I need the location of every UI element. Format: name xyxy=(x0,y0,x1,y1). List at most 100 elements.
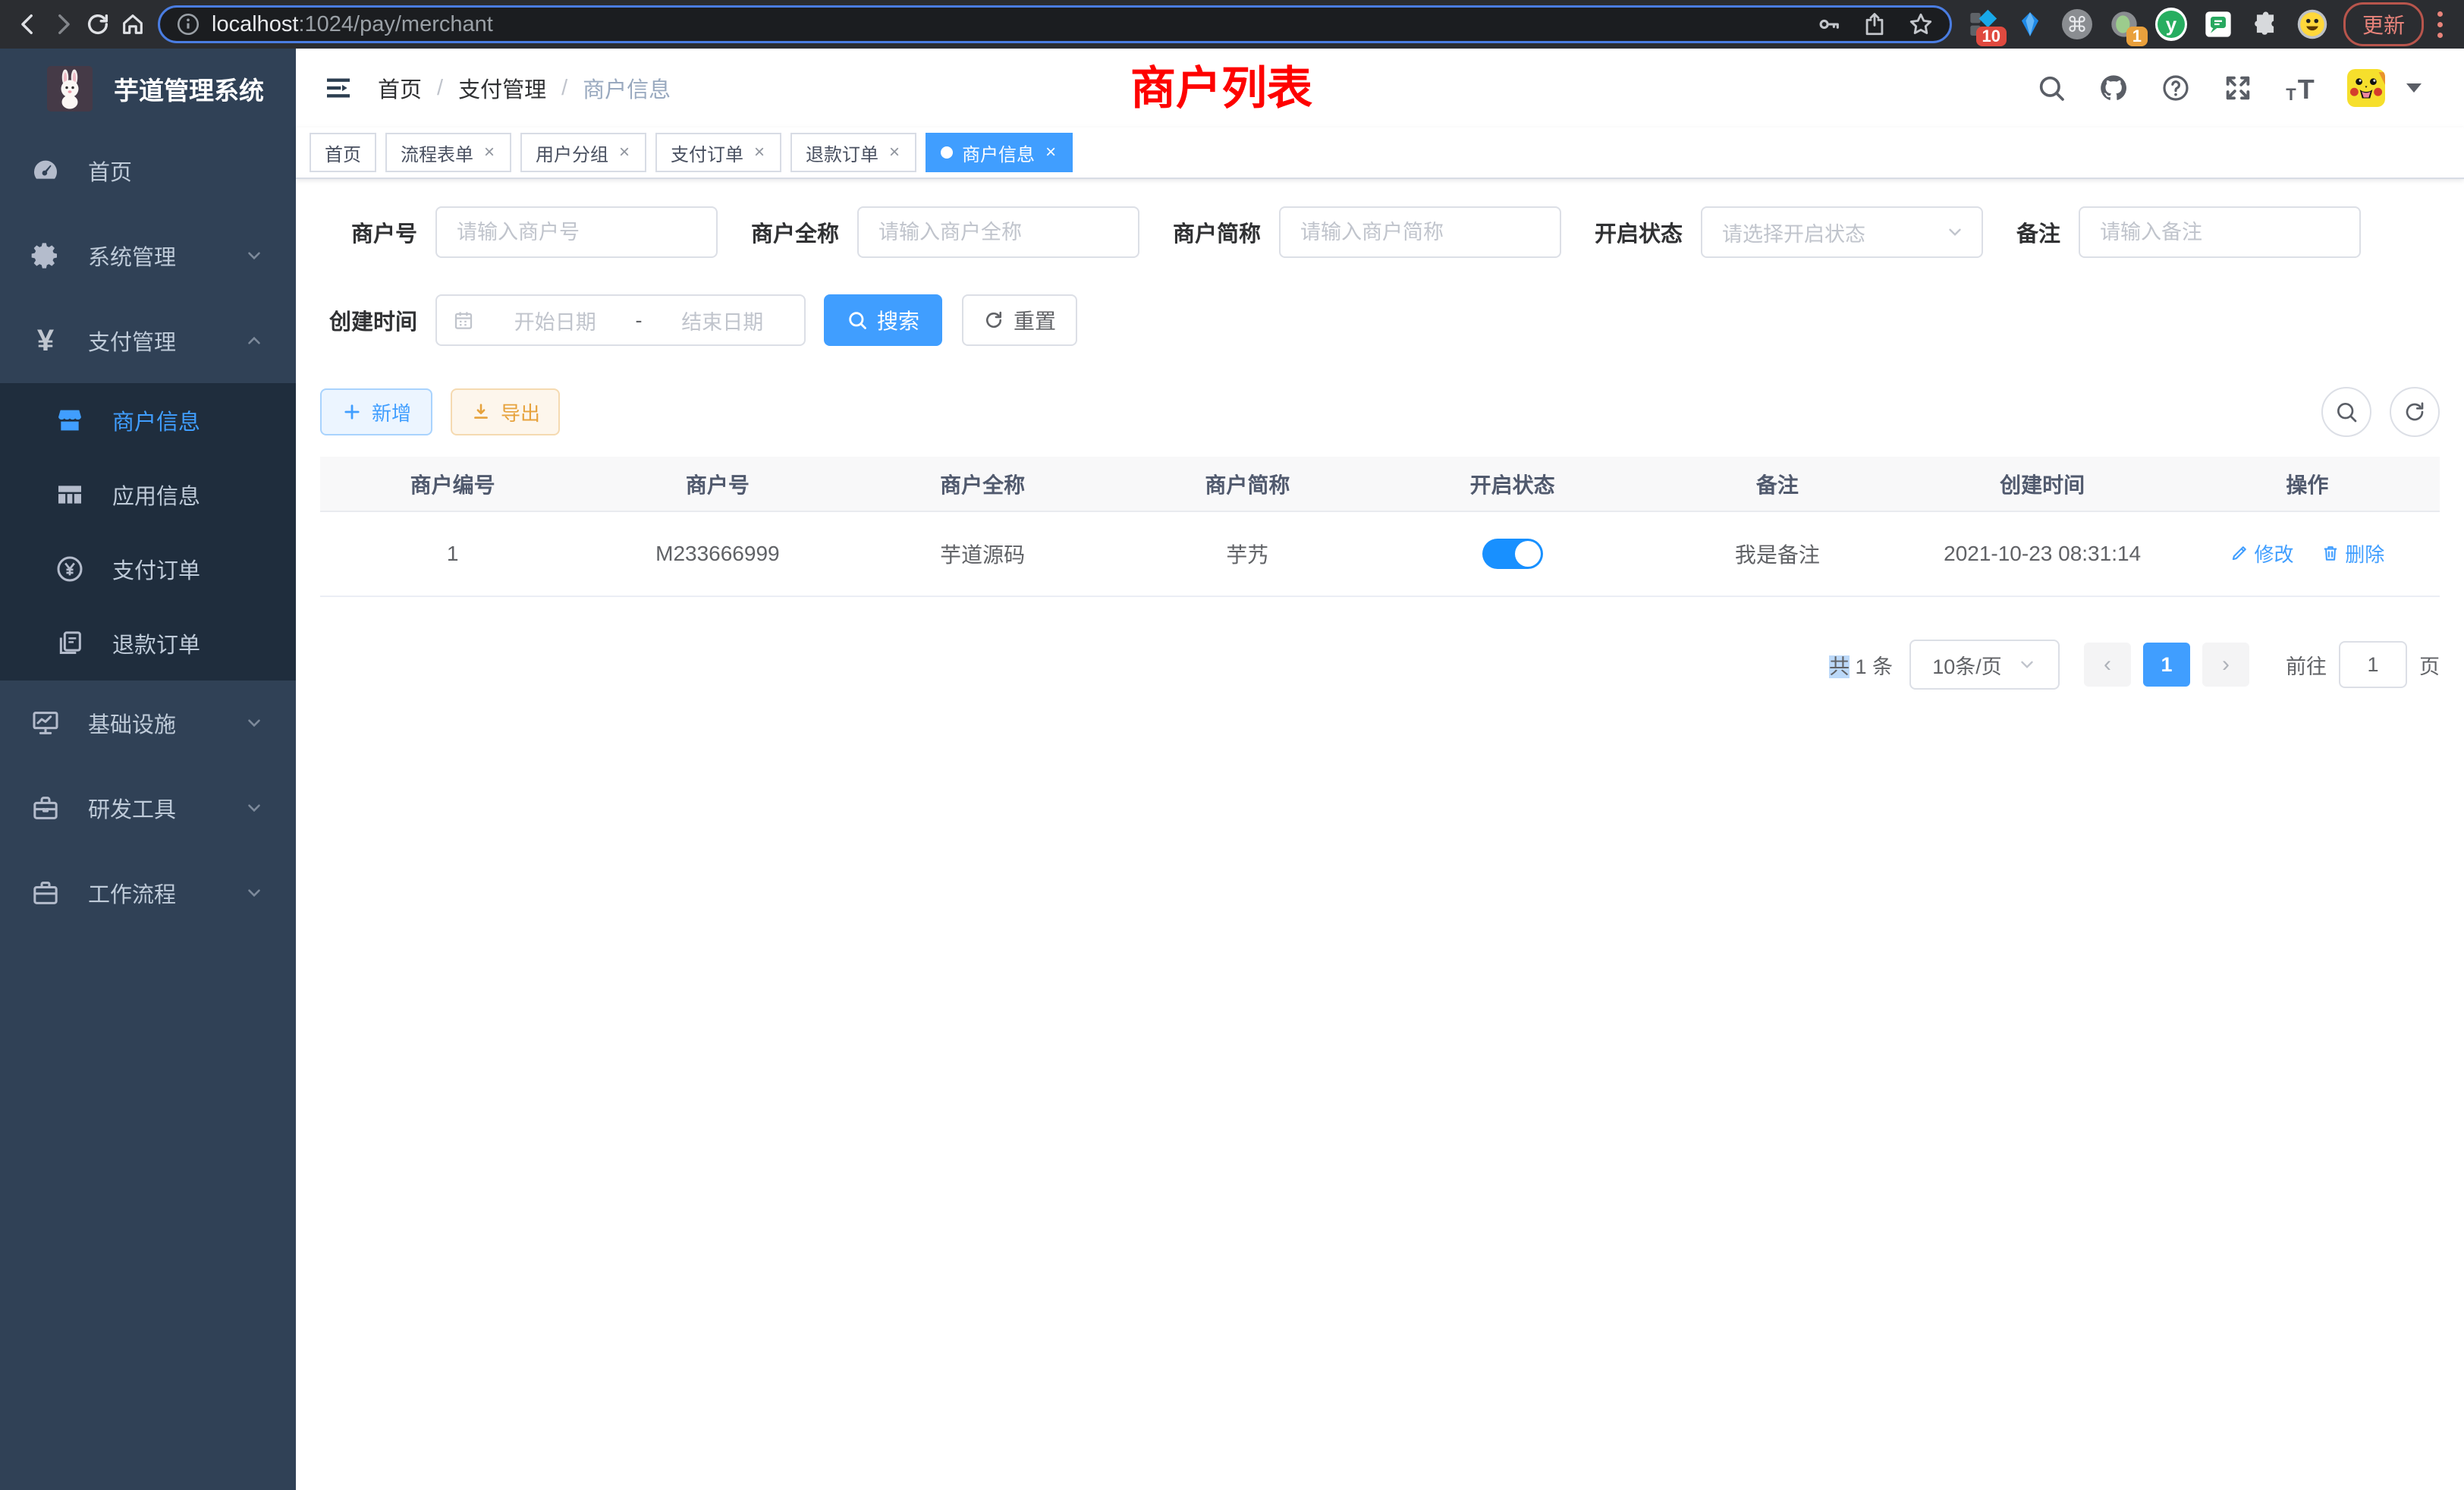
breadcrumb-home[interactable]: 首页 xyxy=(378,72,422,104)
tab-label: 首页 xyxy=(325,140,361,166)
caret-down-icon[interactable] xyxy=(2406,83,2422,93)
delete-link[interactable]: 删除 xyxy=(2321,539,2384,567)
filter-label-create-time: 创建时间 xyxy=(320,304,417,336)
export-button[interactable]: 导出 xyxy=(451,388,560,435)
search-button-label: 搜索 xyxy=(877,305,919,335)
app-logo[interactable]: 芋道管理系统 xyxy=(0,49,296,128)
merchant-no-input[interactable] xyxy=(435,206,718,258)
sidebar-item-pay-order[interactable]: 支付订单 xyxy=(0,532,296,606)
help-icon[interactable] xyxy=(2161,73,2191,103)
github-icon[interactable] xyxy=(2098,73,2129,103)
close-icon[interactable]: × xyxy=(482,142,496,163)
add-button[interactable]: 新增 xyxy=(320,388,432,435)
col-full-name: 商户全称 xyxy=(850,457,1115,511)
reload-icon[interactable] xyxy=(80,7,115,42)
share-icon[interactable] xyxy=(1862,11,1887,37)
status-toggle[interactable] xyxy=(1482,539,1543,569)
edit-link[interactable]: 修改 xyxy=(2230,539,2293,567)
profile-emoji-icon[interactable] xyxy=(2296,8,2328,40)
sidebar-item-label: 首页 xyxy=(88,155,132,187)
close-icon[interactable]: × xyxy=(888,142,901,163)
chevron-down-icon xyxy=(244,798,264,818)
tab-merchant-info[interactable]: 商户信息 × xyxy=(926,133,1073,172)
tab-process-form[interactable]: 流程表单× xyxy=(385,133,511,172)
toggle-search-button[interactable] xyxy=(2321,387,2371,437)
url-host: localhost xyxy=(212,12,298,36)
search-icon xyxy=(847,310,868,331)
sidebar-item-home[interactable]: 首页 xyxy=(0,128,296,213)
extension-badge: 1 xyxy=(2126,27,2148,46)
status-select[interactable]: 请选择开启状态 xyxy=(1701,206,1983,258)
tab-home[interactable]: 首页 xyxy=(310,133,376,172)
sidebar-item-pay[interactable]: ¥ 支付管理 xyxy=(0,298,296,383)
back-icon[interactable] xyxy=(11,7,46,42)
bookmark-star-icon[interactable] xyxy=(1907,11,1934,38)
close-icon[interactable]: × xyxy=(753,142,766,163)
tab-pay-order[interactable]: 支付订单 × xyxy=(655,133,781,172)
breadcrumb-pay[interactable]: 支付管理 xyxy=(458,72,546,104)
font-size-icon[interactable]: TT xyxy=(2285,73,2315,103)
chevron-down-icon xyxy=(244,713,264,733)
avatar[interactable] xyxy=(2347,69,2385,107)
key-icon[interactable] xyxy=(1816,11,1842,37)
next-page-button[interactable]: › xyxy=(2202,643,2249,687)
tab-label: 支付订单 xyxy=(671,140,743,166)
table-header-row: 商户编号 商户号 商户全称 商户简称 开启状态 备注 创建时间 操作 xyxy=(320,457,2440,511)
home-icon[interactable] xyxy=(115,7,150,42)
url-bar[interactable]: localhost:1024/pay/merchant xyxy=(158,5,1952,43)
full-name-input[interactable] xyxy=(857,206,1139,258)
page-button-1[interactable]: 1 xyxy=(2143,643,2190,687)
tab-label: 商户信息 xyxy=(962,140,1035,166)
tab-label: 退款订单 xyxy=(806,140,878,166)
sidebar-item-refund-order[interactable]: 退款订单 xyxy=(0,606,296,681)
calendar-icon xyxy=(452,309,475,332)
sidebar-item-app-info[interactable]: 应用信息 xyxy=(0,457,296,532)
pagination: 共 1 条 10条/页 ‹ 1 › 前往 页 xyxy=(320,640,2440,690)
extension-chat-icon[interactable] xyxy=(2202,8,2234,40)
close-icon[interactable]: × xyxy=(618,142,631,163)
sidebar-item-dev-tools[interactable]: 研发工具 xyxy=(0,765,296,850)
short-name-input[interactable] xyxy=(1279,206,1561,258)
col-merchant-no: 商户号 xyxy=(585,457,850,511)
browser-menu-kebab-icon[interactable] xyxy=(2437,11,2443,38)
jump-page-input[interactable] xyxy=(2339,641,2407,688)
extensions-puzzle-icon[interactable] xyxy=(2249,8,2281,40)
hamburger-icon[interactable] xyxy=(323,73,354,103)
jump-suffix: 页 xyxy=(2419,650,2440,680)
page-size-select[interactable]: 10条/页 xyxy=(1909,640,2060,690)
active-dot-icon xyxy=(941,146,953,159)
sidebar-item-infra[interactable]: 基础设施 xyxy=(0,681,296,765)
cell-merchant-id: 1 xyxy=(320,511,585,596)
tab-refund-order[interactable]: 退款订单 × xyxy=(790,133,916,172)
sidebar-item-merchant-info[interactable]: 商户信息 xyxy=(0,383,296,457)
tab-user-group[interactable]: 用户分组× xyxy=(520,133,646,172)
create-time-range-picker[interactable]: 开始日期 - 结束日期 xyxy=(435,294,806,346)
remark-input[interactable] xyxy=(2079,206,2361,258)
sidebar-item-system[interactable]: 系统管理 xyxy=(0,213,296,298)
extension-green-dot-icon[interactable]: 1 xyxy=(2108,8,2140,40)
yen-icon: ¥ xyxy=(30,325,61,356)
refresh-table-button[interactable] xyxy=(2390,387,2440,437)
search-icon[interactable] xyxy=(2036,73,2066,103)
sidebar: 芋道管理系统 首页 系统管理 ¥ 支付管理 商户信息 xyxy=(0,49,296,1490)
page-info-icon[interactable] xyxy=(175,11,201,37)
col-status: 开启状态 xyxy=(1380,457,1645,511)
extension-gem-icon[interactable] xyxy=(2014,8,2046,40)
search-button[interactable]: 搜索 xyxy=(824,294,942,346)
close-icon[interactable]: × xyxy=(1044,142,1058,163)
reset-button[interactable]: 重置 xyxy=(962,294,1077,346)
sidebar-item-workflow[interactable]: 工作流程 xyxy=(0,850,296,935)
sidebar-item-label: 应用信息 xyxy=(112,479,200,511)
fullscreen-icon[interactable] xyxy=(2223,73,2253,103)
browser-toolbar: localhost:1024/pay/merchant 10 ⌘ 1 xyxy=(0,0,2464,49)
col-actions: 操作 xyxy=(2175,457,2440,511)
edit-link-label: 修改 xyxy=(2254,539,2293,567)
extension-command-icon[interactable]: ⌘ xyxy=(2061,8,2093,40)
store-icon xyxy=(55,405,85,435)
browser-update-button[interactable]: 更新 xyxy=(2343,2,2424,46)
extension-blue-diamond-icon[interactable]: 10 xyxy=(1967,8,1999,40)
date-end-placeholder: 结束日期 xyxy=(656,306,790,335)
prev-page-button[interactable]: ‹ xyxy=(2084,643,2131,687)
extension-y-icon[interactable]: y xyxy=(2155,8,2187,40)
forward-icon[interactable] xyxy=(46,7,80,42)
